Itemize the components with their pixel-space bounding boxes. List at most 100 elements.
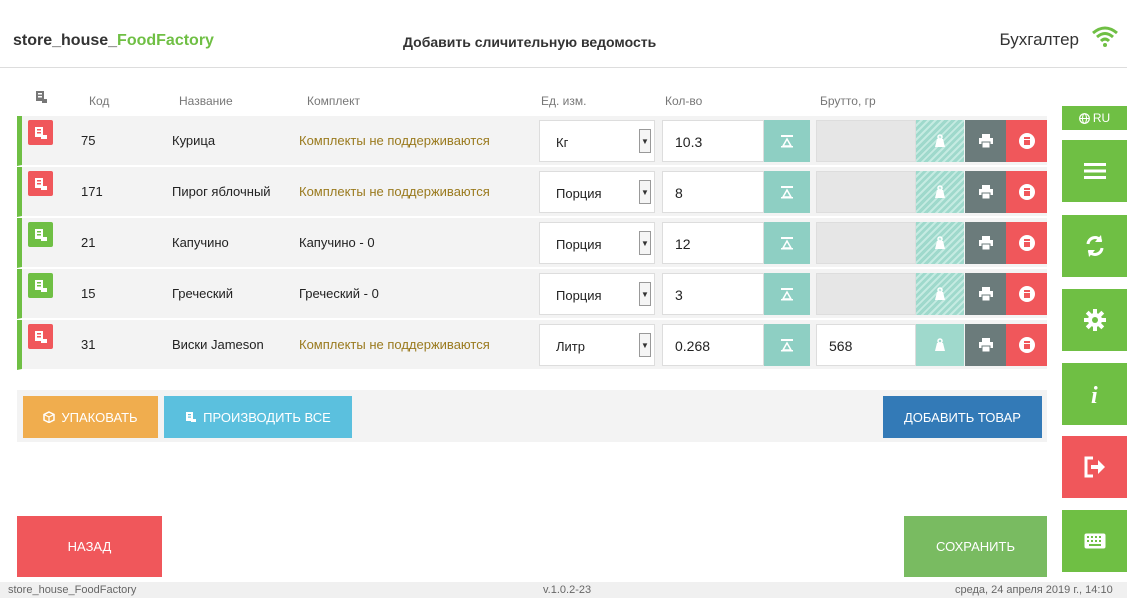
status-bar: store_house_FoodFactory v.1.0.2-23 среда… bbox=[0, 582, 1127, 598]
produce-document-icon[interactable] bbox=[28, 171, 53, 196]
brand-prefix: store_house_ bbox=[13, 32, 118, 49]
gross-value: 568 bbox=[829, 338, 853, 354]
status-app-name: store_house_FoodFactory bbox=[8, 584, 137, 596]
user-role[interactable]: Бухгалтер bbox=[1000, 30, 1080, 50]
gross-input[interactable] bbox=[816, 171, 916, 213]
chevron-down-icon: ▼ bbox=[639, 333, 651, 357]
info-icon: i bbox=[1088, 382, 1102, 406]
item-name: Курица bbox=[172, 133, 216, 148]
trash-icon[interactable] bbox=[1006, 324, 1047, 366]
action-toolbar: УПАКОВАТЬ ПРОИЗВОДИТЬ ВСЕ ДОБАВИТЬ ТОВАР bbox=[17, 390, 1047, 442]
scale-icon[interactable] bbox=[764, 171, 810, 213]
column-kit: Комплект bbox=[307, 94, 360, 108]
logout-icon bbox=[1084, 456, 1106, 478]
quantity-input[interactable]: 8 bbox=[662, 171, 764, 213]
keyboard-button[interactable] bbox=[1062, 510, 1127, 572]
add-item-button[interactable]: ДОБАВИТЬ ТОВАР bbox=[883, 396, 1042, 438]
weight-icon[interactable] bbox=[916, 171, 964, 213]
document-icon bbox=[185, 411, 197, 423]
column-qty: Кол-во bbox=[665, 94, 703, 108]
info-button[interactable]: i bbox=[1062, 363, 1127, 425]
item-kit: Капучино - 0 bbox=[299, 235, 375, 250]
column-code: Код bbox=[89, 94, 110, 108]
produce-all-button[interactable]: ПРОИЗВОДИТЬ ВСЕ bbox=[164, 396, 352, 438]
unit-select[interactable]: Порция ▼ bbox=[539, 171, 655, 213]
item-kit: Комплекты не поддерживаются bbox=[299, 337, 490, 352]
table-header: Код Название Комплект Ед. изм. Кол-во Бр… bbox=[17, 84, 1047, 116]
trash-icon[interactable] bbox=[1006, 273, 1047, 315]
unit-select[interactable]: Литр ▼ bbox=[539, 324, 655, 366]
quantity-input[interactable]: 10.3 bbox=[662, 120, 764, 162]
item-name: Пирог яблочный bbox=[172, 184, 271, 199]
quantity-input[interactable]: 12 bbox=[662, 222, 764, 264]
chevron-down-icon: ▼ bbox=[639, 231, 651, 255]
item-kit: Комплекты не поддерживаются bbox=[299, 133, 490, 148]
menu-button[interactable] bbox=[1062, 140, 1127, 202]
print-icon[interactable] bbox=[965, 324, 1006, 366]
item-code: 31 bbox=[81, 337, 96, 352]
quantity-value: 0.268 bbox=[675, 338, 711, 354]
print-icon[interactable] bbox=[965, 171, 1006, 213]
column-gross: Брутто, гр bbox=[820, 94, 876, 108]
gross-input[interactable] bbox=[816, 120, 916, 162]
item-name: Виски Jameson bbox=[172, 337, 264, 352]
settings-button[interactable] bbox=[1062, 289, 1127, 351]
logout-button[interactable] bbox=[1062, 436, 1127, 498]
scale-icon[interactable] bbox=[764, 273, 810, 315]
item-kit: Комплекты не поддерживаются bbox=[299, 184, 490, 199]
quantity-input[interactable]: 3 bbox=[662, 273, 764, 315]
unit-select[interactable]: Порция ▼ bbox=[539, 222, 655, 264]
scale-icon[interactable] bbox=[764, 120, 810, 162]
sync-icon bbox=[1084, 234, 1106, 258]
save-button[interactable]: СОХРАНИТЬ bbox=[904, 516, 1047, 577]
pack-label: УПАКОВАТЬ bbox=[61, 409, 138, 425]
globe-icon bbox=[1078, 112, 1090, 124]
gross-input[interactable] bbox=[816, 273, 916, 315]
unit-value: Порция bbox=[556, 288, 602, 303]
unit-select[interactable]: Кг ▼ bbox=[539, 120, 655, 162]
item-code: 15 bbox=[81, 286, 96, 301]
weight-icon[interactable] bbox=[916, 324, 964, 366]
quantity-value: 10.3 bbox=[675, 134, 703, 150]
svg-text:i: i bbox=[1091, 383, 1098, 406]
trash-icon[interactable] bbox=[1006, 222, 1047, 264]
print-icon[interactable] bbox=[965, 222, 1006, 264]
menu-icon bbox=[1083, 163, 1106, 179]
weight-icon[interactable] bbox=[916, 222, 964, 264]
quantity-value: 3 bbox=[675, 287, 683, 303]
produce-document-icon[interactable] bbox=[28, 222, 53, 247]
table-row: 171 Пирог яблочный Комплекты не поддержи… bbox=[17, 167, 1047, 217]
item-code: 21 bbox=[81, 235, 96, 250]
gross-input[interactable] bbox=[816, 222, 916, 264]
item-code: 75 bbox=[81, 133, 96, 148]
produce-document-icon[interactable] bbox=[28, 120, 53, 145]
column-name: Название bbox=[179, 94, 233, 108]
print-icon[interactable] bbox=[965, 273, 1006, 315]
document-icon bbox=[35, 90, 47, 104]
app-header: store_house_FoodFactory Добавить сличите… bbox=[0, 0, 1127, 68]
unit-select[interactable]: Порция ▼ bbox=[539, 273, 655, 315]
sync-button[interactable] bbox=[1062, 215, 1127, 277]
back-button[interactable]: НАЗАД bbox=[17, 516, 162, 577]
gross-input[interactable]: 568 bbox=[816, 324, 916, 366]
item-name: Греческий bbox=[172, 286, 234, 301]
produce-document-icon[interactable] bbox=[28, 273, 53, 298]
scale-icon[interactable] bbox=[764, 324, 810, 366]
weight-icon[interactable] bbox=[916, 120, 964, 162]
quantity-input[interactable]: 0.268 bbox=[662, 324, 764, 366]
brand-accent: FoodFactory bbox=[117, 32, 214, 49]
trash-icon[interactable] bbox=[1006, 120, 1047, 162]
brand-logo: store_house_FoodFactory bbox=[13, 32, 214, 50]
weight-icon[interactable] bbox=[916, 273, 964, 315]
chevron-down-icon: ▼ bbox=[639, 129, 651, 153]
item-name: Капучино bbox=[172, 235, 229, 250]
trash-icon[interactable] bbox=[1006, 171, 1047, 213]
language-button[interactable]: RU bbox=[1062, 106, 1127, 130]
produce-document-icon[interactable] bbox=[28, 324, 53, 349]
table-row: 75 Курица Комплекты не поддерживаются Кг… bbox=[17, 116, 1047, 166]
items-table: Код Название Комплект Ед. изм. Кол-во Бр… bbox=[17, 84, 1047, 370]
status-version: v.1.0.2-23 bbox=[543, 584, 592, 596]
print-icon[interactable] bbox=[965, 120, 1006, 162]
pack-button[interactable]: УПАКОВАТЬ bbox=[23, 396, 158, 438]
scale-icon[interactable] bbox=[764, 222, 810, 264]
